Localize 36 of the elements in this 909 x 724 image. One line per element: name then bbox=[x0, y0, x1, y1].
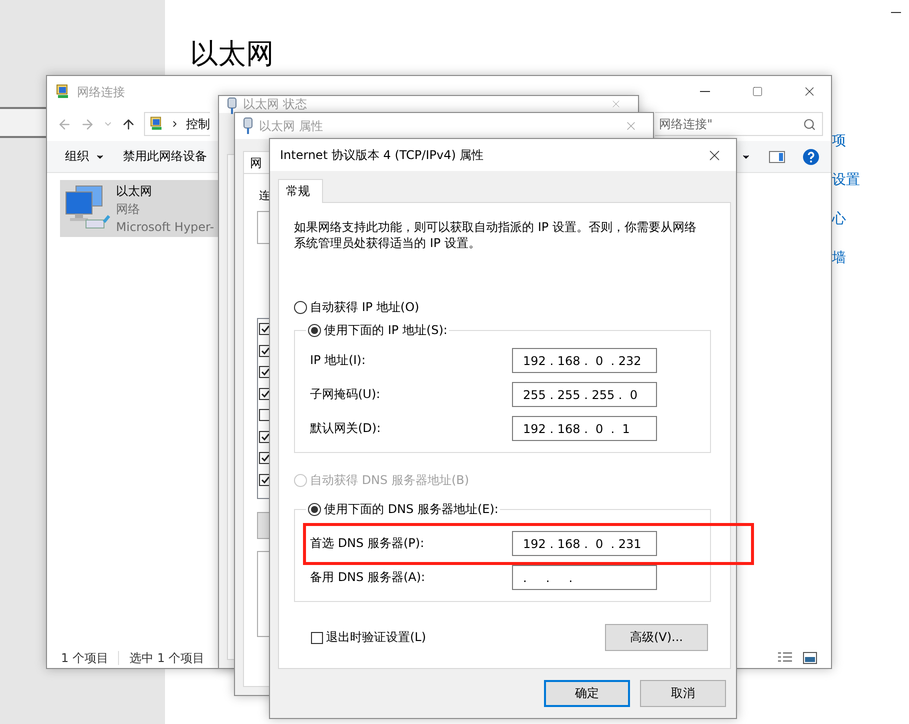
tab[interactable]: 常规 bbox=[278, 179, 323, 203]
search-field[interactable]: 网络连接" bbox=[655, 112, 823, 136]
radio-option[interactable]: 自动获得 IP 地址(O) bbox=[294, 299, 710, 316]
window-title: 网络连接 bbox=[77, 84, 125, 98]
ip-address-field[interactable]: 255 . 255 . 255 . 0 bbox=[512, 382, 657, 407]
ip-address-field[interactable]: 192 . 168 . 0 . 1 bbox=[512, 416, 657, 441]
ip-address-field[interactable]: 192 . 168 . 0 . 232 bbox=[512, 348, 657, 373]
radio-option[interactable]: 使用下面的 IP 地址(S): bbox=[308, 322, 448, 339]
radio-option[interactable]: 使用下面的 DNS 服务器地址(E): bbox=[308, 501, 498, 518]
dialog-title: Internet 协议版本 4 (TCP/IPv4) 属性 bbox=[280, 148, 484, 162]
status-text: 选中 1 个项目 bbox=[129, 650, 205, 666]
description-text: 如果网络支持此功能，则可以获取自动指派的 IP 设置。否则，你需要从网络系统管理员处获得适当的 IP 设置。 bbox=[294, 219, 698, 251]
toolbar-button[interactable]: 禁用此网络设备 bbox=[123, 148, 207, 165]
field-label: 默认网关(D): bbox=[310, 420, 381, 437]
address-bar[interactable]: 控制 bbox=[144, 112, 210, 136]
field-label: 首选 DNS 服务器(P): bbox=[310, 535, 424, 552]
window-title: 以太网 属性 bbox=[259, 119, 323, 133]
dialog-button[interactable]: 确定 bbox=[544, 680, 630, 707]
toolbar-button[interactable]: 组织 bbox=[65, 148, 105, 165]
field-label: 子网掩码(U): bbox=[310, 386, 380, 403]
ip-address-field[interactable]: . . . bbox=[512, 565, 657, 590]
ip-address-field[interactable]: 192 . 168 . 0 . 231 bbox=[512, 531, 657, 556]
validate-checkbox[interactable]: 退出时验证设置(L) bbox=[311, 629, 426, 646]
advanced-button[interactable]: 高级(V)... bbox=[605, 624, 708, 651]
related-link[interactable]: 设置 bbox=[832, 170, 860, 190]
dialog-button[interactable]: 取消 bbox=[640, 680, 726, 707]
page-title: 以太网 bbox=[190, 37, 274, 70]
related-link[interactable]: 项 bbox=[832, 131, 860, 151]
section-label: 连 bbox=[259, 188, 270, 203]
field-label: 备用 DNS 服务器(A): bbox=[310, 569, 426, 586]
field-label: IP 地址(I): bbox=[310, 352, 366, 369]
related-link[interactable]: 心 bbox=[832, 209, 860, 229]
status-text: 1 个项目 bbox=[61, 650, 108, 666]
connection-item[interactable]: 以太网 网络 Microsoft Hyper- bbox=[60, 180, 218, 237]
related-link[interactable]: 墙 bbox=[832, 248, 860, 268]
window-title: 以太网 状态 bbox=[243, 97, 307, 111]
